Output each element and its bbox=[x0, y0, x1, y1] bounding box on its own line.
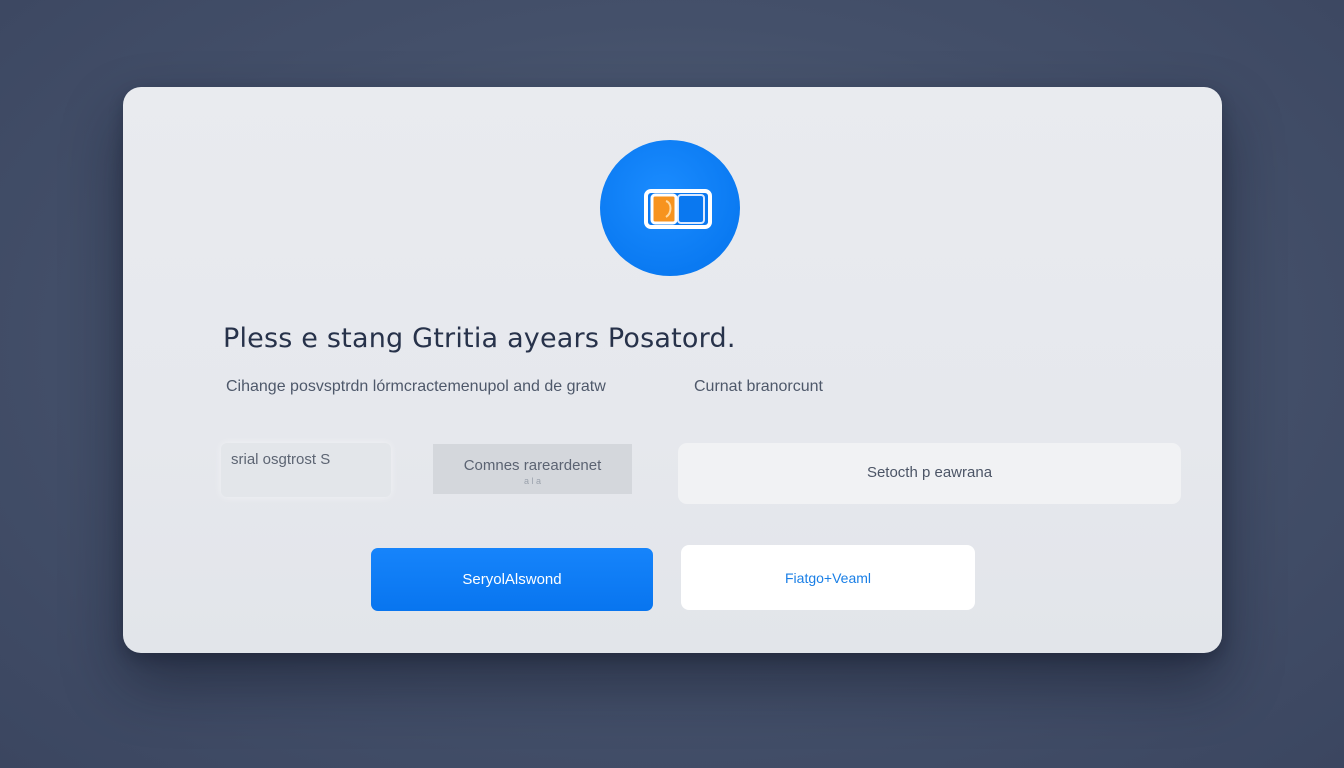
card-icon bbox=[644, 189, 712, 229]
forgot-password-button[interactable]: Fiatgo+Veaml bbox=[681, 545, 975, 610]
current-password-label: Curnat branorcunt bbox=[694, 378, 823, 395]
instruction-text: Cihange posvsptrdn lórmcractemenupol and… bbox=[226, 378, 606, 395]
new-password-hint: a l a bbox=[523, 476, 541, 486]
change-password-dialog: Pless e stang Gtritia ayears Posatord. C… bbox=[123, 87, 1222, 653]
new-password-field[interactable]: Comnes rareardenet a l a bbox=[433, 444, 632, 494]
new-password-value: Comnes rareardenet bbox=[463, 457, 602, 474]
old-password-field[interactable]: srial osgtrost S bbox=[221, 443, 391, 497]
save-password-button[interactable]: SeryolAlswond bbox=[371, 548, 653, 611]
confirm-password-value: Setocth p eawrana bbox=[866, 464, 993, 481]
dialog-title: Pless e stang Gtritia ayears Posatord. bbox=[223, 323, 736, 354]
old-password-value: srial osgtrost S bbox=[231, 451, 331, 468]
app-logo bbox=[600, 140, 740, 276]
confirm-password-field[interactable]: Setocth p eawrana bbox=[678, 443, 1181, 504]
